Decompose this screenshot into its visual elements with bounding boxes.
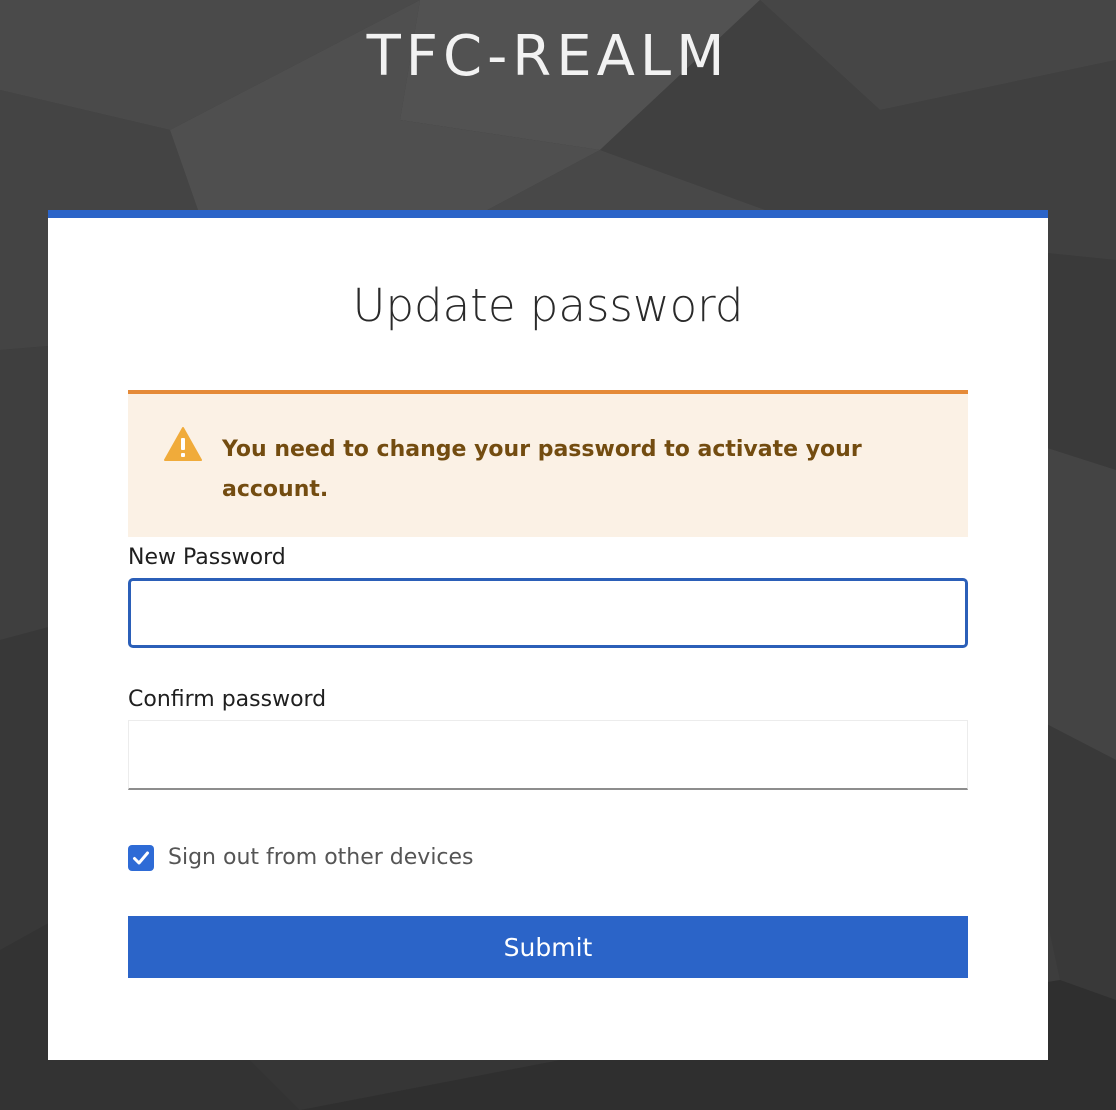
sign-out-other-devices-checkbox[interactable] <box>128 845 154 871</box>
new-password-input[interactable] <box>128 578 968 648</box>
sign-out-other-devices-option[interactable]: Sign out from other devices <box>128 842 474 874</box>
warning-triangle-icon <box>164 427 202 461</box>
alert-message: You need to change your password to acti… <box>222 437 862 502</box>
checkmark-icon <box>133 851 149 865</box>
page-title: Update password <box>352 279 744 332</box>
warning-alert: You need to change your password to acti… <box>128 390 968 537</box>
realm-title: TFC-REALM <box>366 24 730 89</box>
new-password-label: New Password <box>128 545 286 570</box>
login-card: Update password You need to change your … <box>48 210 1048 1060</box>
confirm-password-input[interactable] <box>128 720 968 790</box>
submit-button[interactable]: Submit <box>128 916 968 978</box>
sign-out-other-devices-label: Sign out from other devices <box>168 845 474 870</box>
confirm-password-label: Confirm password <box>128 687 327 712</box>
